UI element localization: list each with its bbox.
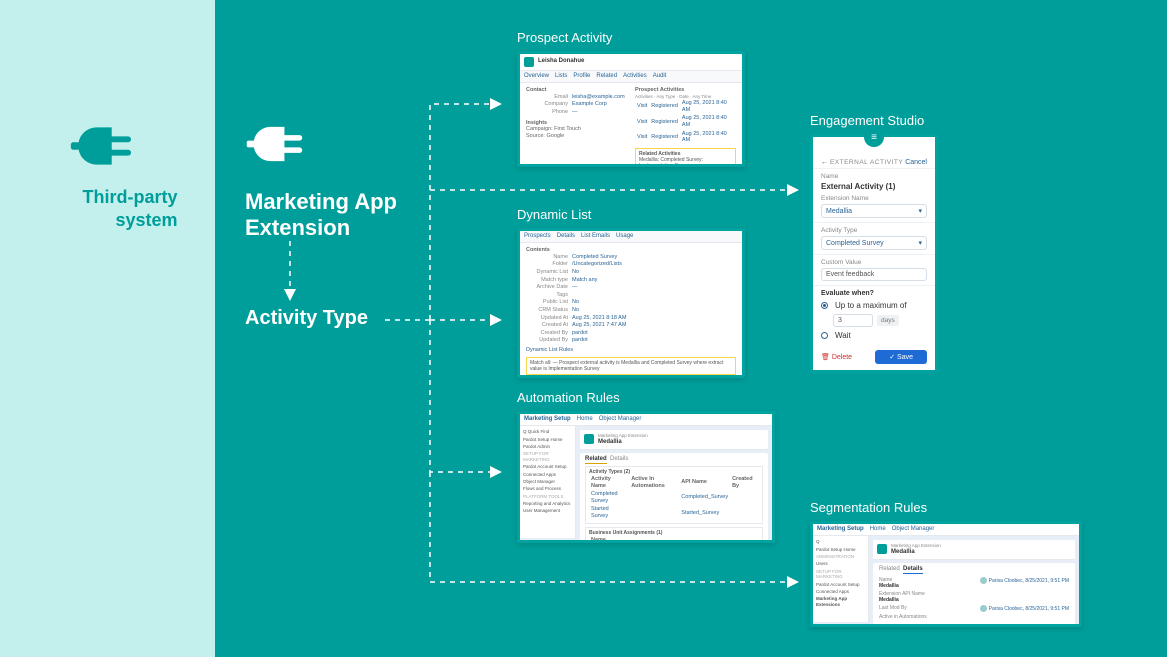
node-icon: ≡ [864, 127, 884, 147]
activities-heading: Prospect Activities [635, 87, 684, 93]
tabs: Overview Lists Profile Related Activitie… [520, 71, 742, 83]
days-unit: days [877, 315, 899, 326]
custom-value-input[interactable]: Event feedback [821, 268, 927, 281]
record-name: Leisha Donahue [538, 58, 584, 65]
automation-rules-label: Automation Rules [517, 390, 775, 405]
panel-title: EXTERNAL ACTIVITY [830, 159, 903, 166]
save-button[interactable]: ✓ Save [875, 350, 927, 364]
engagement-studio-label: Engagement Studio [810, 113, 938, 128]
dynamic-list-block: Dynamic List Prospects Details List Emai… [517, 207, 745, 378]
chevron-down-icon: ▾ [918, 239, 922, 247]
prospect-activity-label: Prospect Activity [517, 30, 745, 45]
tabs: Prospects Details List Emails Usage [520, 231, 742, 243]
tab-related: Related [585, 456, 607, 464]
third-party-label: Third-party system [38, 186, 178, 231]
delete-button[interactable]: 🗑 Delete [821, 353, 852, 361]
segmentation-rules-block: Segmentation Rules Marketing Setup Home … [810, 500, 1082, 627]
engagement-studio-block: Engagement Studio ≡ ← EXTERNAL ACTIVITY … [810, 113, 938, 373]
prospect-activity-block: Prospect Activity Leisha Donahue Overvie… [517, 30, 745, 167]
activity-type-node: Activity Type [245, 307, 368, 330]
rules-heading: Dynamic List Rules [526, 347, 736, 354]
plug-icon [68, 120, 148, 172]
days-input[interactable]: 3 [833, 314, 873, 327]
avatar-icon [980, 577, 987, 584]
marketing-app-extension-label: Marketing App Extension [245, 189, 415, 241]
tab-details: Details [610, 456, 628, 462]
insights-heading: Insights [526, 120, 627, 127]
dynamic-list-card: Prospects Details List Emails Usage Cont… [517, 228, 745, 378]
tab-related: Related [879, 566, 900, 572]
plug-icon [245, 120, 317, 168]
bu-heading: Business Unit Assignments (1) [589, 530, 662, 536]
rule-highlight: Match all: — Prospect external activity … [526, 378, 736, 379]
engagement-studio-card: ≡ ← EXTERNAL ACTIVITY Cancel Name Extern… [810, 134, 938, 373]
app-icon [877, 544, 887, 554]
automation-rules-card: Marketing Setup Home Object Manager Q Qu… [517, 411, 775, 543]
setup-sidebar: Q Pardot Setup Home ADMINISTRATION Users… [813, 536, 869, 622]
setup-sidebar: Q Quick Find Pardot Setup Home Pardot Ad… [520, 426, 576, 538]
activities-table: VisitRegisteredAug 25, 2021 8:40 AM Visi… [635, 99, 736, 145]
segmentation-rules-card: Marketing Setup Home Object Manager Q Pa… [810, 521, 1082, 627]
app-icon [584, 434, 594, 444]
marketing-app-extension-node: Marketing App Extension [245, 120, 415, 241]
cancel-link[interactable]: Cancel [905, 159, 927, 166]
related-activities-highlight: Related Activities Medallia: Completed S… [635, 148, 736, 167]
avatar-icon [980, 605, 987, 612]
activity-type-select[interactable]: Completed Survey▾ [821, 236, 927, 250]
contents-heading: Contents [526, 247, 550, 253]
extension-select[interactable]: Medallia▾ [821, 204, 927, 218]
contact-heading: Contact [526, 87, 546, 93]
extension-name: Medallia [891, 549, 915, 555]
extension-name: Medallia [598, 439, 622, 445]
rule-highlight: Match all: — Prospect external activity … [526, 357, 736, 375]
radio-icon [821, 332, 828, 339]
evaluate-heading: Evaluate when? [821, 290, 927, 297]
radio-icon [821, 302, 828, 309]
activity-types-heading: Activity Types (2) [589, 469, 630, 475]
app-icon [524, 57, 534, 67]
activity-types-table: Activity NameActive In AutomationsAPI Na… [589, 475, 759, 521]
third-party-panel: Third-party system [0, 0, 215, 657]
automation-rules-block: Automation Rules Marketing Setup Home Ob… [517, 390, 775, 543]
dynamic-list-label: Dynamic List [517, 207, 745, 222]
name-value: External Activity (1) [821, 182, 927, 191]
option-max[interactable]: Up to a maximum of [821, 301, 927, 310]
option-wait[interactable]: Wait [821, 331, 927, 340]
back-icon[interactable]: ← [821, 159, 828, 166]
tab-details: Details [903, 566, 923, 574]
chevron-down-icon: ▾ [918, 207, 922, 215]
prospect-activity-card: Leisha Donahue Overview Lists Profile Re… [517, 51, 745, 167]
segmentation-rules-label: Segmentation Rules [810, 500, 1082, 515]
